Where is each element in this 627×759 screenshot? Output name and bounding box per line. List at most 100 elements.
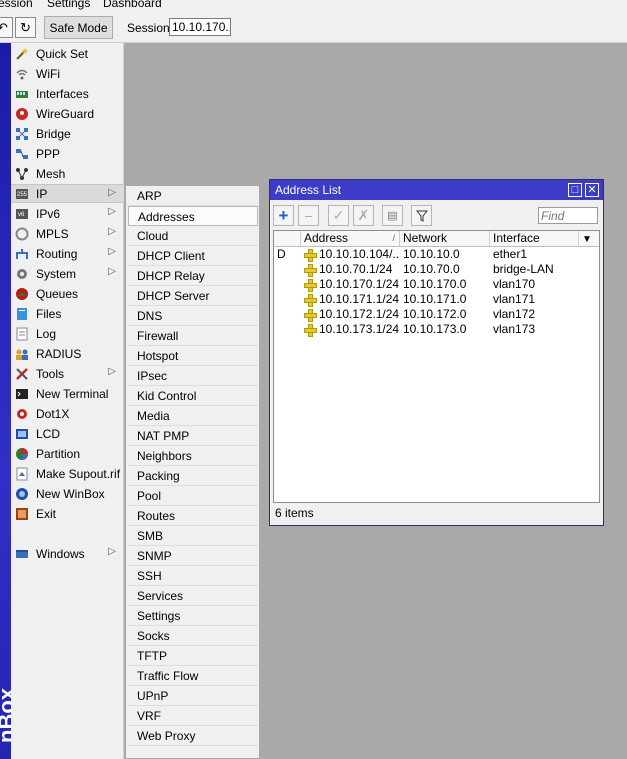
column-header-interface[interactable]: Interface <box>490 231 579 247</box>
ip-icon: 255 <box>14 186 30 202</box>
submenu-arrow-icon: ▷ <box>108 187 116 198</box>
menu-item-wireguard[interactable]: WireGuard <box>11 104 124 123</box>
status-bar-count: 6 items <box>275 506 314 520</box>
menu-item-exit[interactable]: Exit <box>11 504 124 523</box>
redo-icon: ↻ <box>20 19 31 35</box>
submenu-item-tftp[interactable]: TFTP <box>128 646 258 666</box>
session-input[interactable]: 10.10.170.1 <box>169 18 231 36</box>
submenu-item-hotspot[interactable]: Hotspot <box>128 346 258 366</box>
menu-item-mpls[interactable]: MPLS ▷ <box>11 224 124 243</box>
comment-icon: ▤ <box>387 210 398 222</box>
safe-mode-button[interactable]: Safe Mode <box>44 16 113 39</box>
menu-item-new-winbox[interactable]: New WinBox <box>11 484 124 503</box>
submenu-item-dhcp-client[interactable]: DHCP Client <box>128 246 258 266</box>
redo-button[interactable]: ↻ <box>15 17 36 38</box>
table-row[interactable]: 10.10.70.1/24 10.10.70.0 bridge-LAN <box>274 262 599 277</box>
column-chooser-button[interactable]: ▼ <box>579 231 599 247</box>
menu-item-mesh[interactable]: Mesh <box>11 164 124 183</box>
submenu-item-addresses[interactable]: Addresses <box>128 206 258 226</box>
submenu-item-firewall[interactable]: Firewall <box>128 326 258 346</box>
submenu-item-nat-pmp[interactable]: NAT PMP <box>128 426 258 446</box>
enable-button[interactable]: ✓ <box>328 205 349 226</box>
add-button[interactable]: + <box>273 205 294 226</box>
submenu-item-pool[interactable]: Pool <box>128 486 258 506</box>
menu-item-partition[interactable]: Partition <box>11 444 124 463</box>
undo-button[interactable]: ↶ <box>0 17 13 38</box>
table-row[interactable]: 10.10.171.1/24 10.10.171.0 vlan171 <box>274 292 599 307</box>
submenu-item-vrf[interactable]: VRF <box>128 706 258 726</box>
close-button[interactable]: ✕ <box>585 183 599 197</box>
menu-item-system[interactable]: System ▷ <box>11 264 124 283</box>
menu-item-radius[interactable]: RADIUS <box>11 344 124 363</box>
menu-dashboard[interactable]: Dashboard <box>103 0 162 10</box>
submenu-item-dhcp-server[interactable]: DHCP Server <box>128 286 258 306</box>
table-row[interactable]: 10.10.172.1/24 10.10.172.0 vlan172 <box>274 307 599 322</box>
submenu-item-snmp[interactable]: SNMP <box>128 546 258 566</box>
maximize-icon: □ <box>571 184 579 196</box>
menu-item-windows[interactable]: Windows ▷ <box>11 544 124 563</box>
menu-item-ppp[interactable]: PPP <box>11 144 124 163</box>
submenu-item-upnp[interactable]: UPnP <box>128 686 258 706</box>
row-address: 10.10.171.1/24 <box>319 292 399 306</box>
menu-item-ip[interactable]: 255 IP ▷ <box>11 184 124 203</box>
menu-item-tools[interactable]: Tools ▷ <box>11 364 124 383</box>
submenu-item-settings[interactable]: Settings <box>128 606 258 626</box>
submenu-arrow-icon: ▷ <box>108 206 116 217</box>
menu-item-wifi[interactable]: WiFi <box>11 64 124 83</box>
menu-item-interfaces[interactable]: Interfaces <box>11 84 124 103</box>
submenu-item-smb[interactable]: SMB <box>128 526 258 546</box>
menu-item-log[interactable]: Log <box>11 324 124 343</box>
find-input[interactable] <box>538 207 598 224</box>
menu-item-ipv6[interactable]: v6 IPv6 ▷ <box>11 204 124 223</box>
submenu-item-cloud[interactable]: Cloud <box>128 226 258 246</box>
maximize-button[interactable]: □ <box>568 183 582 197</box>
table-row[interactable]: D 10.10.10.104/... 10.10.10.0 ether1 <box>274 247 599 262</box>
remove-button[interactable]: − <box>298 205 319 226</box>
menu-item-routing[interactable]: Routing ▷ <box>11 244 124 263</box>
menu-item-lcd[interactable]: LCD <box>11 424 124 443</box>
column-header-address[interactable]: Address / <box>301 231 400 247</box>
row-flag: D <box>277 247 286 261</box>
submenu-item-dhcp-relay[interactable]: DHCP Relay <box>128 266 258 286</box>
submenu-item-packing[interactable]: Packing <box>128 466 258 486</box>
menu-item-make-supout[interactable]: Make Supout.rif <box>11 464 124 483</box>
svg-text:v6: v6 <box>18 212 25 218</box>
table-row[interactable]: 10.10.173.1/24 10.10.173.0 vlan173 <box>274 322 599 337</box>
menu-item-files[interactable]: Files <box>11 304 124 323</box>
address-icon <box>304 279 317 292</box>
interfaces-icon <box>14 86 30 102</box>
window-title: Address List <box>275 183 342 197</box>
submenu-item-traffic-flow[interactable]: Traffic Flow <box>128 666 258 686</box>
menu-item-bridge[interactable]: Bridge <box>11 124 124 143</box>
submenu-item-neighbors[interactable]: Neighbors <box>128 446 258 466</box>
menu-item-quick-set[interactable]: Quick Set <box>11 44 124 63</box>
address-icon <box>304 249 317 262</box>
submenu-item-web-proxy[interactable]: Web Proxy <box>128 726 258 746</box>
menu-item-new-terminal[interactable]: New Terminal <box>11 384 124 403</box>
menu-item-queues[interactable]: Queues <box>11 284 124 303</box>
submenu-item-services[interactable]: Services <box>128 586 258 606</box>
disable-button[interactable]: ✗ <box>353 205 374 226</box>
submenu-item-ssh[interactable]: SSH <box>128 566 258 586</box>
row-interface: vlan172 <box>493 307 536 321</box>
toolbar: ↶ ↻ Safe Mode Session: 10.10.170.1 <box>0 12 627 43</box>
submenu-item-kid-control[interactable]: Kid Control <box>128 386 258 406</box>
submenu-item-arp[interactable]: ARP <box>128 186 258 206</box>
table-row[interactable]: 10.10.170.1/24 10.10.170.0 vlan170 <box>274 277 599 292</box>
submenu-item-ipsec[interactable]: IPsec <box>128 366 258 386</box>
column-header-flag[interactable] <box>274 231 301 247</box>
bridge-icon <box>14 126 30 142</box>
submenu-arrow-icon: ▷ <box>108 266 116 277</box>
menu-settings[interactable]: Settings <box>47 0 90 10</box>
menu-session[interactable]: ession <box>0 0 33 10</box>
sort-icon: / <box>392 233 395 243</box>
submenu-item-dns[interactable]: DNS <box>128 306 258 326</box>
submenu-item-socks[interactable]: Socks <box>128 626 258 646</box>
submenu-item-media[interactable]: Media <box>128 406 258 426</box>
filter-button[interactable] <box>411 205 432 226</box>
window-title-bar[interactable]: Address List <box>270 180 603 200</box>
menu-item-dot1x[interactable]: Dot1X <box>11 404 124 423</box>
comment-button[interactable]: ▤ <box>382 205 403 226</box>
submenu-item-routes[interactable]: Routes <box>128 506 258 526</box>
column-header-network[interactable]: Network <box>400 231 490 247</box>
